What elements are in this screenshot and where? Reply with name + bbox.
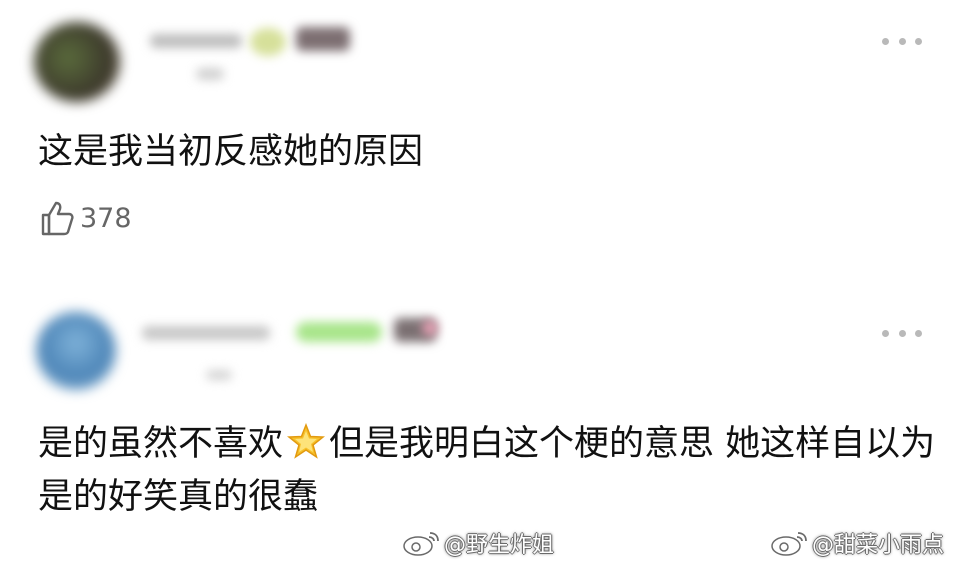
avatar[interactable] <box>36 312 116 390</box>
thumbs-up-icon <box>41 201 74 236</box>
watermark-text: @甜菜小雨点 <box>812 533 945 558</box>
comment-text: 这是我当初反感她的原因 <box>38 132 424 172</box>
comment-text-part: 是的虽然不喜欢 <box>38 424 284 464</box>
more-dots-icon[interactable] <box>882 36 922 46</box>
like-button[interactable]: 378 <box>40 200 132 236</box>
comment-item: 是的虽然不喜欢 但是我明白这个梗的意思 她这样自以为是的好笑真的很蠢 <box>0 290 960 562</box>
watermark: @野生炸姐 <box>402 527 554 559</box>
more-dots-icon[interactable] <box>882 328 922 338</box>
watermark-text: @野生炸姐 <box>444 533 555 558</box>
weibo-logo-icon <box>403 532 439 556</box>
comment-item: 这是我当初反感她的原因 378 <box>0 0 960 290</box>
weibo-logo-icon <box>771 532 807 556</box>
comment-text: 是的虽然不喜欢 但是我明白这个梗的意思 她这样自以为是的好笑真的很蠢 <box>38 418 938 524</box>
watermark: @甜菜小雨点 <box>770 527 944 559</box>
like-count: 378 <box>80 202 132 234</box>
avatar[interactable] <box>34 22 120 102</box>
star-emoji-icon <box>287 423 326 459</box>
